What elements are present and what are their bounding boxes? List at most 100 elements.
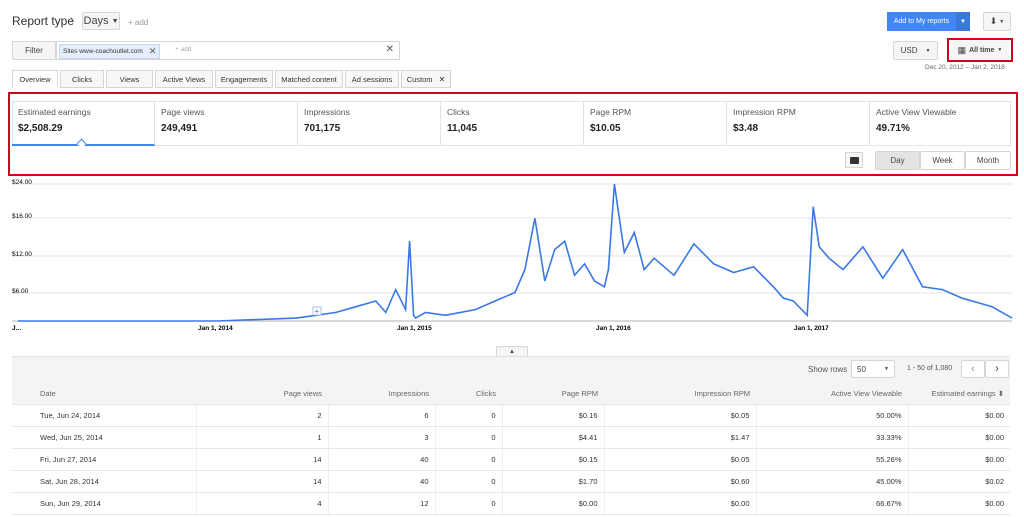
cell-page-views: 14 <box>196 470 329 493</box>
caret-up-icon: ▲ <box>509 348 515 355</box>
svg-text:+: + <box>315 307 320 316</box>
cell-earnings: $0.00 <box>908 426 1010 449</box>
metric-impression-rpm[interactable]: Impression RPM $3.48 <box>727 101 870 146</box>
cell-clicks: 0 <box>435 426 503 449</box>
metric-value: 49.71% <box>876 123 910 134</box>
next-page-button[interactable]: › <box>985 360 1009 378</box>
currency-dropdown[interactable]: USD ▼ <box>893 41 938 60</box>
prev-page-button[interactable]: ‹ <box>961 360 985 378</box>
column-header-impressions[interactable]: Impressions <box>328 382 435 405</box>
metric-value: $3.48 <box>733 123 759 134</box>
cell-impression-rpm: $1.47 <box>604 426 757 449</box>
date-range-label: All time <box>969 46 995 54</box>
caret-down-icon: ▼ <box>925 47 931 54</box>
cell-date: Sun, Jun 29, 2014 <box>12 492 197 515</box>
annotation-button[interactable] <box>845 152 863 168</box>
cell-earnings: $0.02 <box>908 470 1010 493</box>
granularity-month[interactable]: Month <box>965 151 1011 170</box>
cell-earnings: $0.00 <box>908 448 1010 471</box>
tab-ad-sessions[interactable]: Ad sessions <box>345 70 399 88</box>
cell-date: Sat, Jun 28, 2014 <box>12 470 197 493</box>
metric-active-view-viewable[interactable]: Active View Viewable 49.71% <box>870 101 1011 146</box>
close-icon[interactable]: ✕ <box>439 75 446 84</box>
add-to-my-reports-button[interactable]: Add to My reports <box>887 12 956 31</box>
cell-active-view: 55.26% <box>756 448 909 471</box>
tab-overview[interactable]: Overview <box>12 70 58 88</box>
add-filter-placeholder[interactable]: + add <box>175 46 191 53</box>
column-header-estimated-earnings[interactable]: Estimated earnings ⬍ <box>908 382 1010 405</box>
cell-clicks: 0 <box>435 448 503 471</box>
add-to-reports-caret[interactable]: ▼ <box>956 12 970 31</box>
add-dimension-link[interactable]: + add <box>128 18 148 27</box>
column-header-active-view-viewable[interactable]: Active View Viewable <box>756 382 908 405</box>
rows-per-page-select[interactable]: 50 ▼ <box>851 360 895 378</box>
rows-per-page-value: 50 <box>857 364 866 374</box>
cell-page-rpm: $0.16 <box>502 404 605 427</box>
earnings-line-chart: $24.00 $16.00 $12.00 $6.00 J... Jan 1, 2… <box>12 179 1013 332</box>
date-range-picker[interactable]: ▦ All time ▼ <box>947 38 1013 62</box>
date-range-text: Dec 20, 2012 – Jan 2, 2018 <box>925 64 1005 71</box>
cell-impression-rpm: $0.60 <box>604 470 757 493</box>
cell-page-views: 14 <box>196 448 329 471</box>
cell-page-views: 2 <box>196 404 329 427</box>
days-dropdown[interactable]: Days ▼ <box>82 12 120 30</box>
x-tick-label: Jan 1, 2015 <box>397 325 432 332</box>
filter-button[interactable]: Filter <box>12 41 56 60</box>
granularity-day[interactable]: Day <box>875 151 920 170</box>
cell-impressions: 3 <box>328 426 436 449</box>
column-header-page-views[interactable]: Page views <box>196 382 328 405</box>
close-icon[interactable]: ✕ <box>149 46 157 57</box>
cell-active-view: 50.00% <box>756 404 909 427</box>
caret-down-icon: ▼ <box>999 18 1005 25</box>
cell-earnings: $0.00 <box>908 492 1010 515</box>
filter-input[interactable]: Sites www-coachoutlet.com ✕ + add ✕ <box>56 41 400 60</box>
y-tick-label: $6.00 <box>12 288 29 295</box>
cell-page-rpm: $4.41 <box>502 426 605 449</box>
caret-down-icon: ▼ <box>111 17 119 25</box>
cell-active-view: 45.00% <box>756 470 909 493</box>
tab-custom[interactable]: Custom ✕ <box>401 70 451 88</box>
metric-page-rpm[interactable]: Page RPM $10.05 <box>584 101 727 146</box>
site-filter-chip[interactable]: Sites www-coachoutlet.com ✕ <box>59 44 161 59</box>
cell-date: Fri, Jun 27, 2014 <box>12 448 197 471</box>
granularity-week[interactable]: Week <box>920 151 965 170</box>
metric-label: Impressions <box>304 107 350 117</box>
cell-date: Tue, Jun 24, 2014 <box>12 404 197 427</box>
metric-impressions[interactable]: Impressions 701,175 <box>298 101 441 146</box>
metric-value: $2,508.29 <box>18 123 63 134</box>
table-header-row: Date Page views Impressions Clicks Page … <box>12 382 1010 405</box>
cell-impression-rpm: $0.00 <box>604 492 757 515</box>
x-tick-label: Jan 1, 2016 <box>596 325 631 332</box>
x-tick-label: Jan 1, 2017 <box>794 325 829 332</box>
all-time-button[interactable]: ▦ All time ▼ <box>951 41 1009 59</box>
x-tick-label: Jan 1, 2014 <box>198 325 233 332</box>
cell-page-views: 1 <box>196 426 329 449</box>
tab-active-views[interactable]: Active Views <box>155 70 213 88</box>
report-type-title[interactable]: Report type <box>12 14 74 28</box>
clear-filter-icon[interactable]: ✕ <box>386 44 394 55</box>
column-header-clicks[interactable]: Clicks <box>435 382 502 405</box>
metric-clicks[interactable]: Clicks 11,045 <box>441 101 584 146</box>
show-rows-label: Show rows <box>808 365 848 374</box>
cell-impressions: 40 <box>328 448 436 471</box>
column-header-date[interactable]: Date <box>12 382 196 405</box>
column-header-impression-rpm[interactable]: Impression RPM <box>604 382 756 405</box>
cell-impression-rpm: $0.05 <box>604 404 757 427</box>
cell-active-view: 66.67% <box>756 492 909 515</box>
metric-estimated-earnings[interactable]: Estimated earnings $2,508.29 <box>12 101 155 146</box>
tab-engagements[interactable]: Engagements <box>215 70 273 88</box>
days-label: Days <box>83 15 109 27</box>
tab-clicks[interactable]: Clicks <box>60 70 104 88</box>
cell-clicks: 0 <box>435 492 503 515</box>
metric-value: 249,491 <box>161 123 198 134</box>
download-button[interactable]: ⬇ ▼ <box>983 12 1011 31</box>
cell-date: Wed, Jun 25, 2014 <box>12 426 197 449</box>
tab-matched-content[interactable]: Matched content <box>275 70 343 88</box>
column-header-page-rpm[interactable]: Page RPM <box>502 382 604 405</box>
metric-value: $10.05 <box>590 123 621 134</box>
y-tick-label: $24.00 <box>12 179 32 186</box>
metric-page-views[interactable]: Page views 249,491 <box>155 101 298 146</box>
tab-views[interactable]: Views <box>106 70 153 88</box>
table-row: Tue, Jun 24, 2014 2 6 0 $0.16 $0.05 50.0… <box>12 404 1010 427</box>
caret-down-icon: ▼ <box>997 47 1003 53</box>
